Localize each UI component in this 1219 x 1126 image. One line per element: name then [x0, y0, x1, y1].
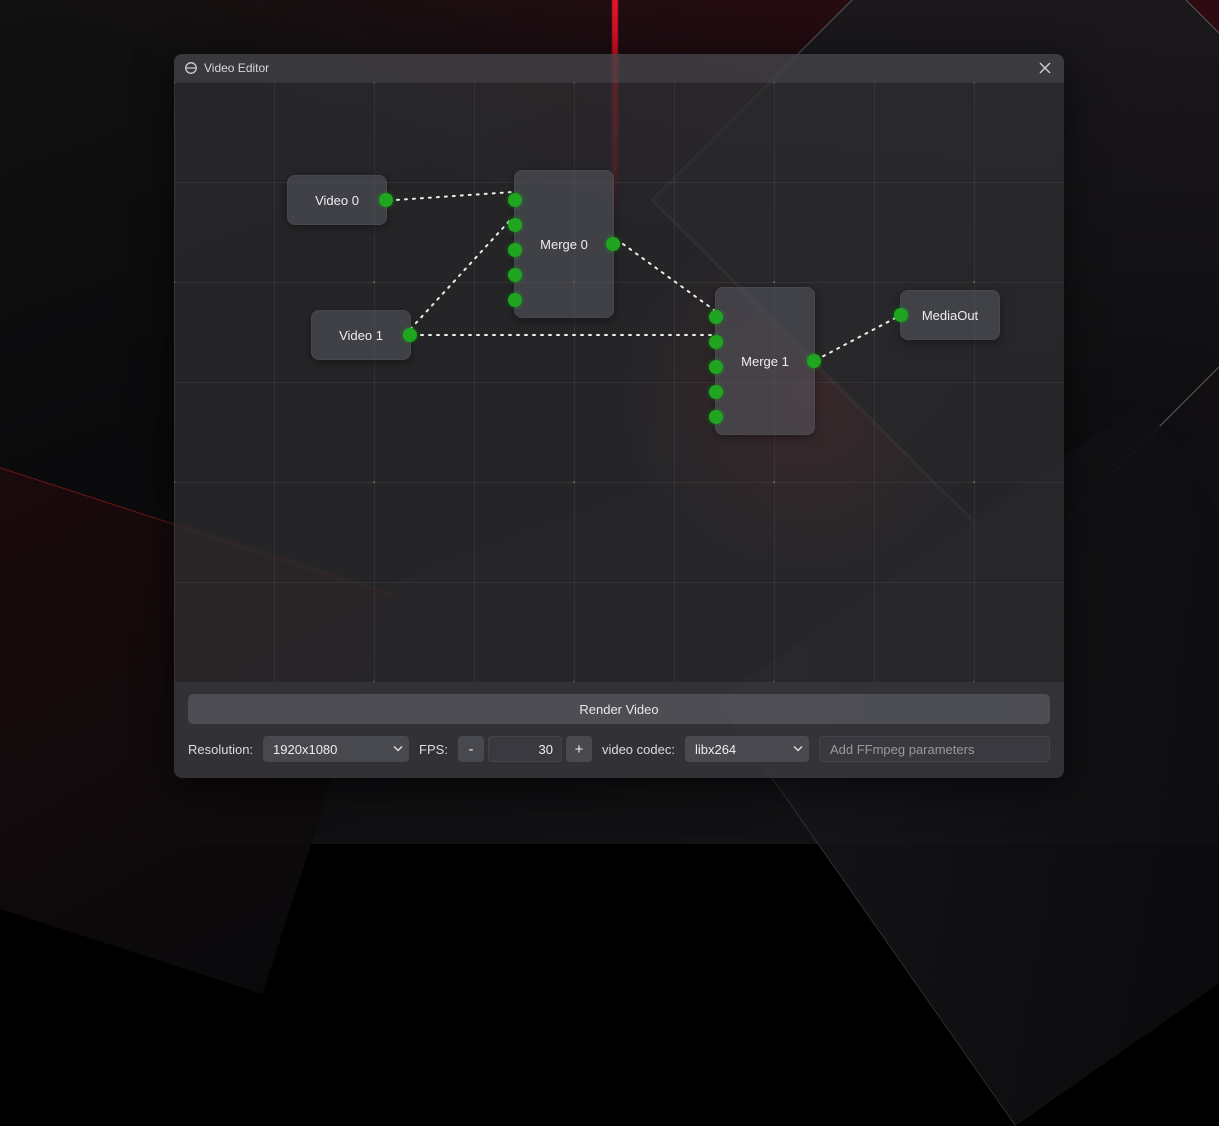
render-video-button[interactable]: Render Video [188, 694, 1050, 724]
node-merge-0[interactable]: Merge 0 [514, 170, 614, 318]
port-input-3[interactable] [508, 268, 522, 282]
node-label: Video 1 [339, 328, 383, 343]
port-input-0[interactable] [508, 193, 522, 207]
footer-panel: Render Video Resolution: 1920x1080 FPS: … [174, 682, 1064, 778]
fps-label: FPS: [419, 742, 448, 757]
fps-increment-button[interactable]: + [566, 736, 592, 762]
fps-input[interactable] [488, 736, 562, 762]
port-input-2[interactable] [508, 243, 522, 257]
chevron-down-icon [793, 742, 803, 757]
port-input-0[interactable] [709, 310, 723, 324]
codec-select[interactable]: libx264 [685, 736, 809, 762]
video-editor-window: Video Editor Video 0 Video 1 [174, 54, 1064, 778]
fps-decrement-button[interactable]: - [458, 736, 484, 762]
port-output[interactable] [403, 328, 417, 342]
resolution-value: 1920x1080 [273, 742, 337, 757]
port-input-3[interactable] [709, 385, 723, 399]
node-video-1[interactable]: Video 1 [311, 310, 411, 360]
node-label: Merge 1 [741, 354, 789, 369]
port-input-2[interactable] [709, 360, 723, 374]
titlebar[interactable]: Video Editor [174, 54, 1064, 82]
app-icon [184, 61, 198, 75]
close-button[interactable] [1036, 59, 1054, 77]
port-output[interactable] [606, 237, 620, 251]
node-video-0[interactable]: Video 0 [287, 175, 387, 225]
codec-label: video codec: [602, 742, 675, 757]
node-label: Merge 0 [540, 237, 588, 252]
render-controls: Resolution: 1920x1080 FPS: - + video cod… [188, 736, 1050, 762]
port-input-4[interactable] [709, 410, 723, 424]
resolution-label: Resolution: [188, 742, 253, 757]
resolution-select[interactable]: 1920x1080 [263, 736, 409, 762]
port-input[interactable] [894, 308, 908, 322]
port-input-1[interactable] [508, 218, 522, 232]
codec-value: libx264 [695, 742, 736, 757]
node-label: MediaOut [922, 308, 978, 323]
chevron-down-icon [393, 742, 403, 757]
port-output[interactable] [379, 193, 393, 207]
window-title: Video Editor [204, 61, 269, 75]
port-input-4[interactable] [508, 293, 522, 307]
port-input-1[interactable] [709, 335, 723, 349]
node-edges [174, 82, 1064, 682]
node-canvas[interactable]: Video 0 Video 1 Merge 0 Merge 1 [174, 82, 1064, 682]
node-mediaout[interactable]: MediaOut [900, 290, 1000, 340]
ffmpeg-params-input[interactable] [819, 736, 1050, 762]
close-icon [1039, 62, 1051, 74]
node-merge-1[interactable]: Merge 1 [715, 287, 815, 435]
node-label: Video 0 [315, 193, 359, 208]
port-output[interactable] [807, 354, 821, 368]
